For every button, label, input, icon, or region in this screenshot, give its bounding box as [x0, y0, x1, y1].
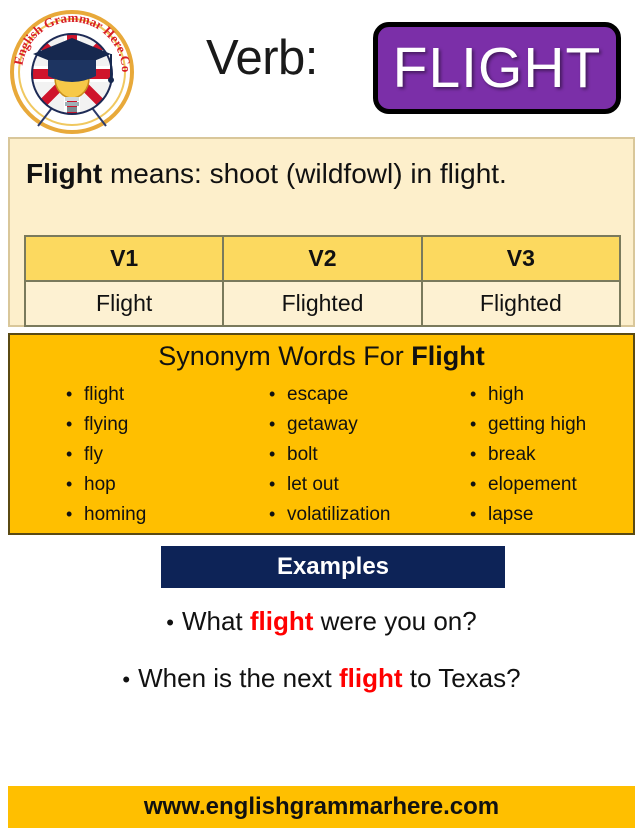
list-item: let out [269, 469, 432, 500]
list-item: getaway [269, 409, 432, 440]
list-item: lapse [470, 499, 633, 530]
example-sentence-2: • When is the next flight to Texas? [0, 663, 643, 694]
list-item: flight [66, 379, 229, 410]
example-2-before: When is the next [138, 663, 339, 694]
list-item: elopement [470, 469, 633, 500]
table-row: Flight Flighted Flighted [23, 280, 622, 327]
table-header-v2: V2 [222, 235, 423, 282]
footer-bar: www.englishgrammarhere.com [8, 786, 635, 828]
examples-list: • What flight were you on? • When is the n… [0, 606, 643, 720]
list-item: high [470, 379, 633, 410]
list-item: escape [269, 379, 432, 410]
definition-word: Flight [26, 158, 103, 189]
example-1-highlight: flight [249, 606, 314, 636]
list-item: bolt [269, 439, 432, 470]
example-1-before: What [181, 606, 250, 636]
table-header-v1: V1 [23, 235, 225, 282]
bullet-icon: • [122, 667, 131, 693]
list-item: flying [66, 409, 229, 440]
synonyms-column-1: flight flying fly hop homing [10, 379, 229, 530]
list-item: getting high [470, 409, 633, 440]
definition-text: Flight means: shoot (wildfowl) in flight… [10, 139, 633, 190]
synonyms-title-prefix: Synonym Words For [158, 341, 412, 371]
list-item: hop [66, 469, 229, 500]
part-of-speech-label: Verb: [206, 31, 318, 85]
table-header-row: V1 V2 V3 [23, 235, 622, 282]
synonyms-column-3: high getting high break elopement lapse [432, 379, 633, 530]
definition-meaning: shoot (wildfowl) in flight. [209, 158, 507, 189]
synonyms-title-word: Flight [411, 341, 485, 371]
list-item: fly [66, 439, 229, 470]
table-cell-v2: Flighted [222, 280, 423, 327]
footer-website: www.englishgrammarhere.com [143, 793, 500, 820]
synonyms-column-2: escape getaway bolt let out volatilizati… [229, 379, 432, 530]
list-item: volatilization [269, 499, 432, 530]
example-1-after: were you on? [313, 606, 477, 636]
table-header-v3: V3 [420, 235, 622, 282]
bullet-icon: • [166, 610, 174, 635]
synonyms-block: Synonym Words For Flight flight flying f… [8, 333, 635, 535]
table-cell-v3: Flighted [420, 280, 622, 327]
table-cell-v1: Flight [23, 280, 225, 327]
example-2-after: to Texas? [402, 663, 521, 694]
definition-card: Flight means: shoot (wildfowl) in flight… [8, 137, 635, 327]
examples-banner: Examples [161, 546, 505, 588]
example-sentence-1: • What flight were you on? [0, 606, 643, 637]
example-2-highlight: flight [339, 663, 403, 694]
word-badge-text: FLIGHT [392, 35, 602, 100]
site-logo: English Grammar Here.Com [8, 8, 136, 136]
list-item: break [470, 439, 633, 470]
page-header: English Grammar Here.Com Verb: FLIGHT [0, 0, 643, 134]
synonyms-columns: flight flying fly hop homing escape geta… [10, 372, 633, 530]
verb-forms-table: V1 V2 V3 Flight Flighted Flighted [23, 235, 622, 327]
word-badge: FLIGHT [373, 22, 621, 114]
synonyms-title: Synonym Words For Flight [10, 335, 633, 372]
list-item: homing [66, 499, 229, 530]
examples-banner-label: Examples [276, 553, 390, 580]
definition-connector: means: [102, 158, 210, 189]
